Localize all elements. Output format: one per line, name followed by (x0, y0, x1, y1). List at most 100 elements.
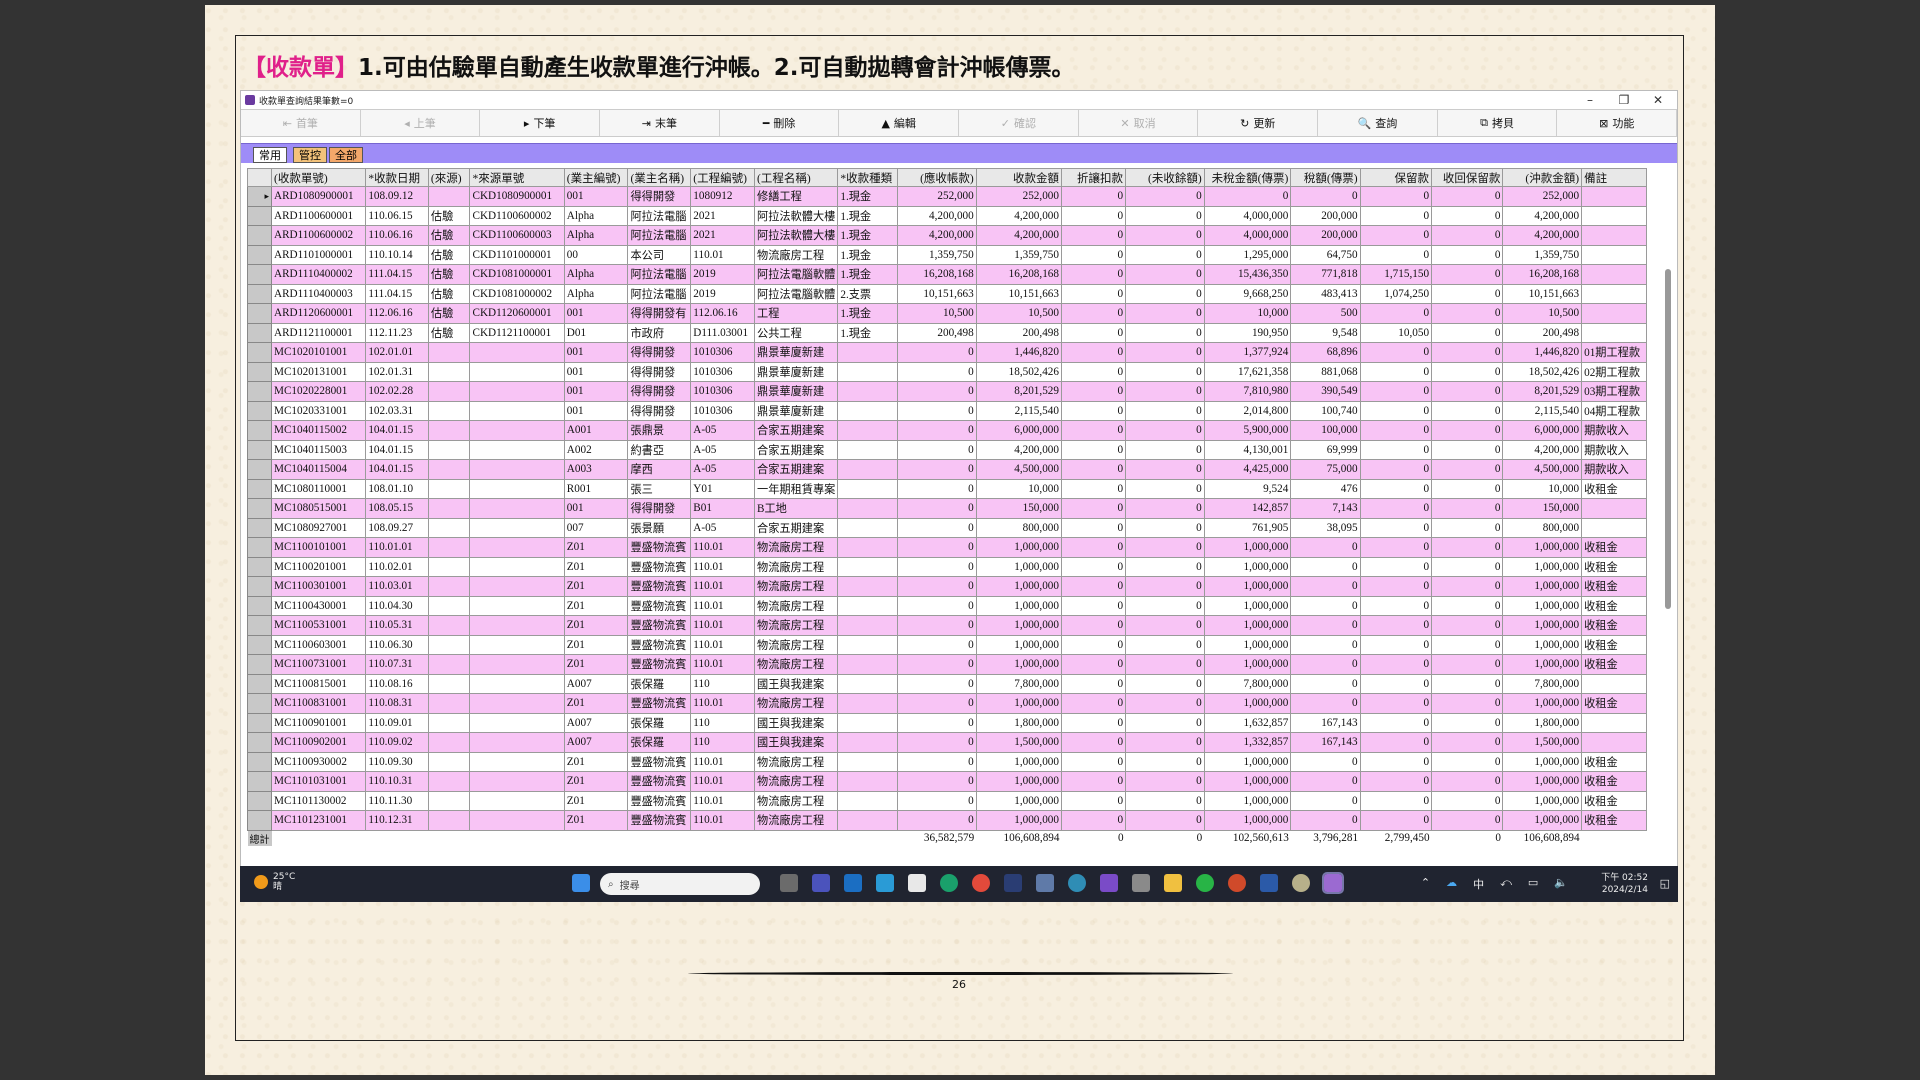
table-cell[interactable]: 估驗 (427, 244, 471, 265)
table-cell[interactable]: 1,000,000 (1203, 595, 1292, 616)
table-cell[interactable]: 0 (897, 576, 977, 597)
table-cell[interactable]: 4,200,000 (975, 205, 1062, 226)
table-cell[interactable]: 0 (1359, 225, 1433, 246)
table-cell[interactable] (837, 420, 899, 441)
table-cell[interactable]: 0 (1060, 205, 1127, 226)
table-cell[interactable] (427, 537, 471, 558)
table-cell[interactable]: 張保羅 (627, 732, 692, 753)
table-cell[interactable]: 110.01 (690, 693, 756, 714)
table-cell[interactable]: 1.現金 (837, 186, 899, 207)
table-cell[interactable]: CKD1120600001 (469, 303, 565, 324)
column-header[interactable]: *收款種類 (837, 168, 899, 187)
table-cell[interactable] (469, 673, 565, 694)
table-cell[interactable]: 0 (1431, 264, 1504, 285)
table-cell[interactable] (469, 771, 565, 792)
table-cell[interactable]: D111.03001 (690, 322, 756, 343)
table-cell[interactable] (837, 439, 899, 460)
table-cell[interactable]: 0 (1290, 576, 1361, 597)
table-cell[interactable]: MC1100815001 (270, 673, 367, 694)
table-cell[interactable]: 200,000 (1290, 205, 1361, 226)
table-cell[interactable] (469, 361, 565, 382)
table-cell[interactable]: 0 (1431, 751, 1504, 772)
table-cell[interactable]: 1,000,000 (1502, 810, 1583, 831)
table-cell[interactable]: 物流廠房工程 (754, 751, 839, 772)
table-row[interactable]: ARD1110400002 111.04.15 估驗 CKD1081000001 Alp… (247, 264, 1647, 285)
volume-icon[interactable]: 🔈 (1554, 876, 1568, 892)
table-cell[interactable]: 豐盛物流賓 (627, 751, 692, 772)
browser-icon[interactable] (1068, 874, 1086, 892)
table-cell[interactable]: 10,500 (975, 303, 1062, 324)
table-row[interactable]: ARD1110400003 111.04.15 估驗 CKD1081000002 Alp… (247, 283, 1647, 304)
weather-widget[interactable]: 25°C 晴 (254, 872, 295, 892)
row-indicator[interactable] (247, 693, 272, 714)
table-cell[interactable]: 鼎景華廈新建 (754, 361, 839, 382)
table-cell[interactable]: 1,000,000 (975, 751, 1062, 772)
table-cell[interactable]: 物流廠房工程 (754, 244, 839, 265)
table-cell[interactable]: 0 (897, 751, 977, 772)
row-indicator[interactable] (247, 322, 272, 343)
table-cell[interactable]: 0 (1359, 400, 1433, 421)
table-cell[interactable]: 0 (1290, 810, 1361, 831)
table-cell[interactable]: 1,000,000 (1502, 790, 1583, 811)
table-cell[interactable] (427, 478, 471, 499)
table-cell[interactable]: 0 (1060, 751, 1127, 772)
table-row[interactable]: MC1020131001 102.01.31 001 得得開發 1010306 鼎景華廈新… (247, 361, 1647, 382)
table-cell[interactable]: 1,000,000 (975, 634, 1062, 655)
table-cell[interactable]: Z01 (563, 771, 629, 792)
table-cell[interactable] (469, 556, 565, 577)
table-cell[interactable]: 1,632,857 (1203, 712, 1292, 733)
table-cell[interactable] (1581, 205, 1647, 226)
table-cell[interactable]: MC1080515001 (270, 498, 367, 519)
table-cell[interactable]: 鼎景華廈新建 (754, 381, 839, 402)
table-cell[interactable]: 800,000 (975, 517, 1062, 538)
table-cell[interactable]: 0 (1060, 478, 1127, 499)
table-cell[interactable]: 0 (1431, 342, 1504, 363)
table-cell[interactable]: 阿拉法電腦 (627, 205, 692, 226)
table-cell[interactable]: 2.支票 (837, 283, 899, 304)
table-cell[interactable] (427, 342, 471, 363)
table-cell[interactable]: 1,800,000 (1502, 712, 1583, 733)
table-cell[interactable]: 761,905 (1203, 517, 1292, 538)
table-cell[interactable] (427, 634, 471, 655)
table-cell[interactable]: Alpha (563, 225, 629, 246)
table-cell[interactable]: 150,000 (975, 498, 1062, 519)
table-cell[interactable] (469, 439, 565, 460)
table-cell[interactable]: 0 (1431, 381, 1504, 402)
table-cell[interactable]: 0 (1060, 400, 1127, 421)
table-cell[interactable]: 公共工程 (754, 322, 839, 343)
table-cell[interactable]: MC1101031001 (270, 771, 367, 792)
table-cell[interactable] (837, 595, 899, 616)
table-cell[interactable]: 0 (1125, 225, 1205, 246)
table-cell[interactable]: 00 (563, 244, 629, 265)
table-cell[interactable]: 0 (1359, 498, 1433, 519)
receipt-grid[interactable]: (收款單號) *收款日期 (來源) *來源單號 (業主編號) (業主名稱) (工程編號) (工… (247, 168, 1647, 848)
table-cell[interactable]: 4,000,000 (1203, 205, 1292, 226)
table-cell[interactable]: MC1100930002 (270, 751, 367, 772)
table-cell[interactable] (469, 634, 565, 655)
table-cell[interactable]: 0 (1431, 400, 1504, 421)
tools-icon[interactable] (1132, 874, 1150, 892)
line-icon[interactable] (1196, 874, 1214, 892)
table-cell[interactable] (1581, 498, 1647, 519)
table-cell[interactable]: 豐盛物流賓 (627, 556, 692, 577)
table-cell[interactable]: 1,000,000 (1502, 556, 1583, 577)
column-header[interactable]: 折讓扣款 (1060, 168, 1127, 187)
table-cell[interactable]: 0 (1060, 498, 1127, 519)
table-cell[interactable]: 0 (1060, 225, 1127, 246)
row-indicator[interactable] (247, 244, 272, 265)
table-cell[interactable]: 1010306 (690, 361, 756, 382)
table-cell[interactable]: 0 (1125, 322, 1205, 343)
table-cell[interactable]: 0 (1060, 556, 1127, 577)
table-cell[interactable]: 0 (1125, 654, 1205, 675)
table-cell[interactable]: ARD1110400003 (270, 283, 367, 304)
table-cell[interactable]: 張保羅 (627, 673, 692, 694)
table-cell[interactable] (427, 186, 471, 207)
maximize-button[interactable]: ❐ (1607, 91, 1641, 109)
table-cell[interactable]: 10,151,663 (975, 283, 1062, 304)
task-view-icon[interactable] (780, 874, 798, 892)
table-cell[interactable]: 0 (1060, 810, 1127, 831)
table-cell[interactable]: R001 (563, 478, 629, 499)
windows-start-icon[interactable] (572, 874, 590, 892)
table-cell[interactable]: 0 (1431, 225, 1504, 246)
table-cell[interactable]: 0 (897, 556, 977, 577)
